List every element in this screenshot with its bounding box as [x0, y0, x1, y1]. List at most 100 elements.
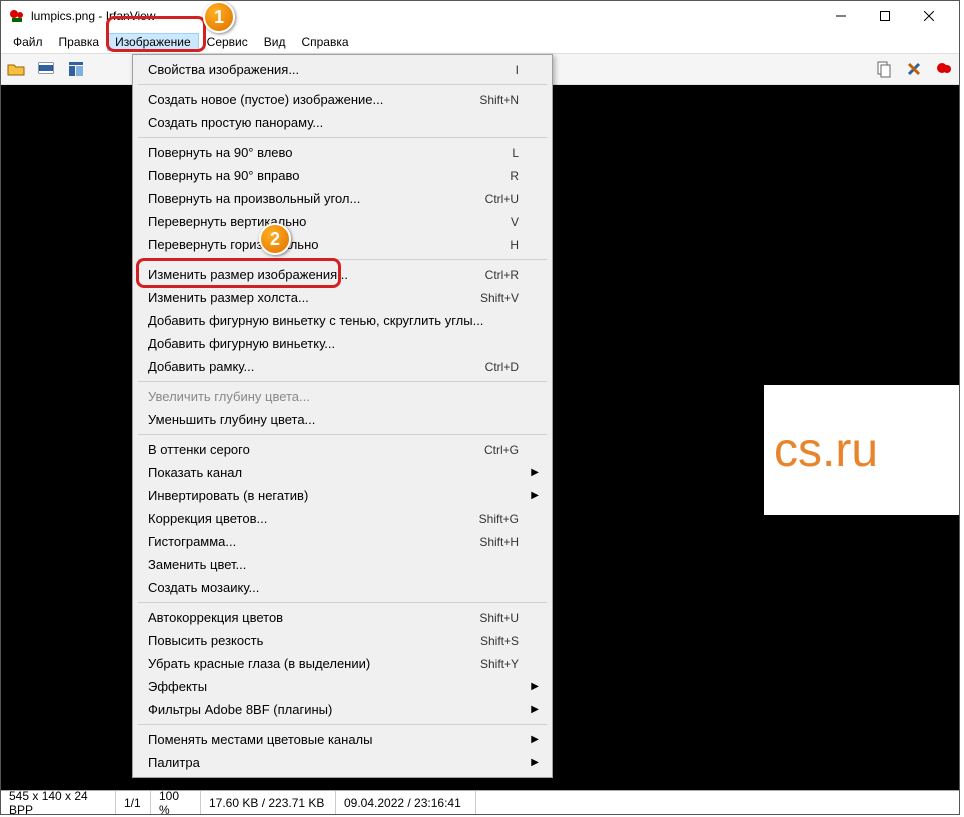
menu-item-shortcut: Ctrl+U	[485, 192, 519, 206]
menu-item-label: Создать мозаику...	[148, 580, 519, 595]
menu-item-shortcut: Shift+H	[479, 535, 519, 549]
menu-separator	[138, 434, 547, 435]
statusbar: 545 x 140 x 24 BPP 1/1 100 % 17.60 KB / …	[1, 790, 959, 814]
menu-item-label: Инвертировать (в негатив)	[148, 488, 519, 503]
menu-item-label: Гистограмма...	[148, 534, 479, 549]
menu-item-label: Фильтры Adobe 8BF (плагины)	[148, 702, 519, 717]
menu-separator	[138, 602, 547, 603]
menu-item-label: Изменить размер холста...	[148, 290, 480, 305]
status-zoom: 100 %	[151, 791, 201, 814]
menu-separator	[138, 724, 547, 725]
menu-item-label: Поменять местами цветовые каналы	[148, 732, 519, 747]
menu-item[interactable]: Свойства изображения...I	[136, 58, 549, 81]
menu-item-shortcut: Ctrl+D	[485, 360, 519, 374]
submenu-arrow-icon: ▶	[531, 734, 539, 745]
menu-item[interactable]: В оттенки серогоCtrl+G	[136, 438, 549, 461]
menu-item: Увеличить глубину цвета...	[136, 385, 549, 408]
menu-item[interactable]: Показать канал▶	[136, 461, 549, 484]
menu-item-label: Добавить рамку...	[148, 359, 485, 374]
open-icon[interactable]	[3, 56, 29, 82]
menu-item-label: Добавить фигурную виньетку...	[148, 336, 519, 351]
menu-item[interactable]: Палитра ▶	[136, 751, 549, 774]
status-empty	[476, 791, 959, 814]
menu-help[interactable]: Справка	[293, 33, 356, 51]
menu-item[interactable]: Повернуть на 90° вправоR	[136, 164, 549, 187]
menu-item-label: Свойства изображения...	[148, 62, 516, 77]
menu-item-shortcut: Shift+S	[480, 634, 519, 648]
preview-text: cs.ru	[774, 423, 878, 478]
menu-item-label: Палитра	[148, 755, 519, 770]
menu-item-label: Увеличить глубину цвета...	[148, 389, 519, 404]
menu-separator	[138, 137, 547, 138]
irfanview-icon[interactable]	[931, 56, 957, 82]
menu-separator	[138, 381, 547, 382]
image-menu-dropdown: Свойства изображения...I Создать новое (п…	[132, 54, 553, 778]
menu-item-label: В оттенки серого	[148, 442, 484, 457]
menu-item[interactable]: Создать новое (пустое) изображение...Shi…	[136, 88, 549, 111]
menu-item[interactable]: Гистограмма...Shift+H	[136, 530, 549, 553]
menu-item[interactable]: Инвертировать (в негатив) ▶	[136, 484, 549, 507]
settings-icon[interactable]	[901, 56, 927, 82]
app-window: lumpics.png - IrfanView Файл Правка Изоб…	[0, 0, 960, 815]
menu-item[interactable]: Изменить размер изображения...Ctrl+R	[136, 263, 549, 286]
menu-item[interactable]: Создать мозаику...	[136, 576, 549, 599]
menu-view[interactable]: Вид	[256, 33, 294, 51]
menu-item-label: Убрать красные глаза (в выделении)	[148, 656, 480, 671]
image-preview: cs.ru	[764, 385, 959, 515]
menu-item[interactable]: Повернуть на произвольный угол...Ctrl+U	[136, 187, 549, 210]
menu-file[interactable]: Файл	[5, 33, 51, 51]
menu-item[interactable]: Фильтры Adobe 8BF (плагины) ▶	[136, 698, 549, 721]
thumbnails-icon[interactable]	[63, 56, 89, 82]
menu-item[interactable]: Перевернуть горизонтальноH	[136, 233, 549, 256]
titlebar: lumpics.png - IrfanView	[1, 1, 959, 31]
menu-item[interactable]: Заменить цвет...	[136, 553, 549, 576]
menu-item-shortcut: R	[510, 169, 519, 183]
submenu-arrow-icon: ▶	[531, 757, 539, 768]
callout-badge-2: 2	[259, 223, 291, 255]
menu-item[interactable]: Перевернуть вертикальноV	[136, 210, 549, 233]
menu-item-shortcut: L	[512, 146, 519, 160]
submenu-arrow-icon: ▶	[531, 467, 539, 478]
menu-item-label: Создать простую панораму...	[148, 115, 519, 130]
menu-item[interactable]: Коррекция цветов...Shift+G	[136, 507, 549, 530]
menu-service[interactable]: Сервис	[199, 33, 256, 51]
menu-item-label: Перевернуть вертикально	[148, 214, 511, 229]
callout-badge-1: 1	[203, 1, 235, 33]
submenu-arrow-icon: ▶	[531, 704, 539, 715]
menu-item[interactable]: Повернуть на 90° влевоL	[136, 141, 549, 164]
menu-item[interactable]: Автокоррекция цветовShift+U	[136, 606, 549, 629]
menu-item-label: Повернуть на 90° вправо	[148, 168, 510, 183]
maximize-button[interactable]	[863, 1, 907, 31]
menu-item-label: Повернуть на произвольный угол...	[148, 191, 485, 206]
menu-edit[interactable]: Правка	[51, 33, 108, 51]
menu-item[interactable]: Создать простую панораму...	[136, 111, 549, 134]
menu-item[interactable]: Убрать красные глаза (в выделении)Shift+…	[136, 652, 549, 675]
app-icon	[9, 8, 25, 24]
menu-item[interactable]: Добавить фигурную виньетку...	[136, 332, 549, 355]
menu-item-shortcut: H	[510, 238, 519, 252]
menu-item-shortcut: V	[511, 215, 519, 229]
menu-item-label: Уменьшить глубину цвета...	[148, 412, 519, 427]
menu-item-shortcut: I	[516, 63, 519, 77]
slideshow-icon[interactable]	[33, 56, 59, 82]
menu-item[interactable]: Эффекты▶	[136, 675, 549, 698]
status-page: 1/1	[116, 791, 151, 814]
submenu-arrow-icon: ▶	[531, 490, 539, 501]
menu-item-shortcut: Shift+V	[480, 291, 519, 305]
minimize-button[interactable]	[819, 1, 863, 31]
menu-item[interactable]: Добавить фигурную виньетку с тенью, скру…	[136, 309, 549, 332]
menu-item-shortcut: Shift+N	[479, 93, 519, 107]
menu-item[interactable]: Изменить размер холста...Shift+V	[136, 286, 549, 309]
copy-icon[interactable]	[871, 56, 897, 82]
menu-item[interactable]: Добавить рамку...Ctrl+D	[136, 355, 549, 378]
status-filesize: 17.60 KB / 223.71 KB	[201, 791, 336, 814]
menu-item[interactable]: Поменять местами цветовые каналы ▶	[136, 728, 549, 751]
menu-separator	[138, 84, 547, 85]
menu-item[interactable]: Уменьшить глубину цвета...	[136, 408, 549, 431]
menu-image[interactable]: Изображение	[107, 33, 199, 51]
menubar: Файл Правка Изображение Сервис Вид Справ…	[1, 31, 959, 53]
menu-item[interactable]: Повысить резкостьShift+S	[136, 629, 549, 652]
close-button[interactable]	[907, 1, 951, 31]
status-dimensions: 545 x 140 x 24 BPP	[1, 791, 116, 814]
status-datetime: 09.04.2022 / 23:16:41	[336, 791, 476, 814]
